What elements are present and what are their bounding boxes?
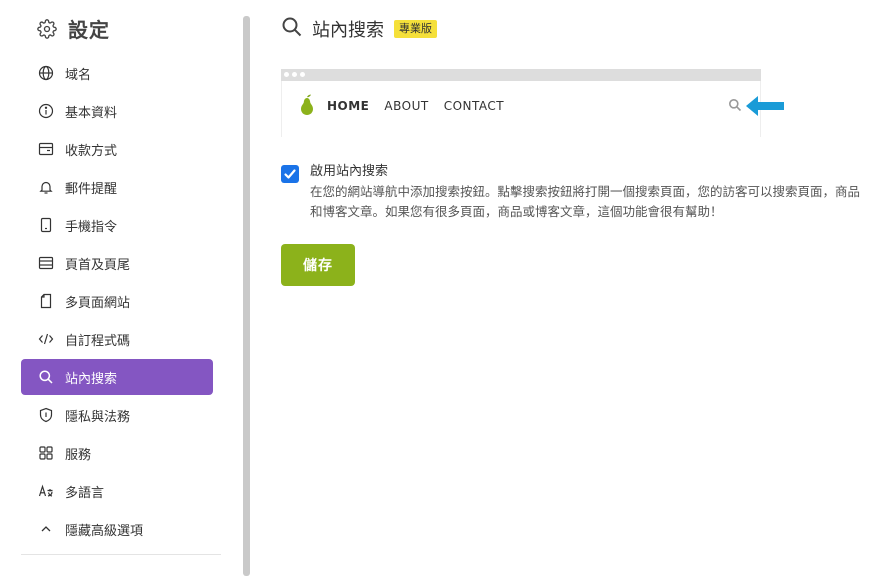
- search-icon: [37, 368, 55, 386]
- chevron-up-icon: [37, 520, 55, 538]
- checkmark-icon: [284, 169, 296, 179]
- sidebar-item-label: 域名: [65, 67, 92, 83]
- sidebar-item-email-alerts[interactable]: 郵件提醒: [21, 169, 213, 205]
- preview-nav-about: ABOUT: [384, 99, 429, 113]
- sidebar-divider: [21, 554, 221, 555]
- sidebar-item-label: 頁首及頁尾: [65, 257, 131, 273]
- sidebar-item-mobile-commands[interactable]: 手機指令: [21, 207, 213, 243]
- sidebar: 設定 域名 基本資料 收款方式 郵件提醒 手機指令 頁首及頁尾 多頁面網站 自訂…: [0, 0, 240, 568]
- option-description: 在您的網站導航中添加搜索按鈕。點擊搜索按鈕將打開一個搜索頁面，您的訪客可以搜索頁…: [310, 184, 861, 219]
- pro-badge: 專業版: [394, 20, 437, 38]
- sidebar-item-services[interactable]: 服務: [21, 435, 213, 471]
- sidebar-item-label: 收款方式: [65, 143, 118, 159]
- sidebar-item-site-search[interactable]: 站內搜索: [21, 359, 213, 395]
- sidebar-item-label: 自訂程式碼: [65, 333, 131, 349]
- language-icon: [37, 482, 55, 500]
- sidebar-item-hide-advanced[interactable]: 隱藏高級選項: [21, 511, 213, 547]
- sidebar-item-domain[interactable]: 域名: [21, 55, 213, 91]
- wallet-icon: [37, 140, 55, 158]
- sidebar-item-label: 隱私與法務: [65, 409, 131, 425]
- info-icon: [37, 102, 55, 120]
- code-icon: [37, 330, 55, 348]
- sidebar-item-basic-info[interactable]: 基本資料: [21, 93, 213, 129]
- sidebar-header: 設定: [36, 14, 110, 43]
- gear-icon: [36, 18, 58, 40]
- sidebar-item-label: 站內搜索: [65, 371, 118, 387]
- sidebar-item-label: 郵件提醒: [65, 181, 118, 197]
- pages-icon: [37, 292, 55, 310]
- sidebar-item-header-footer[interactable]: 頁首及頁尾: [21, 245, 213, 281]
- sidebar-item-label: 多頁面網站: [65, 295, 131, 311]
- sidebar-item-multilingual[interactable]: 多語言: [21, 473, 213, 509]
- shield-icon: [37, 406, 55, 424]
- page-title: 站內搜索: [312, 20, 384, 41]
- globe-icon: [37, 64, 55, 82]
- sidebar-item-label: 隱藏高級選項: [65, 523, 144, 539]
- sidebar-item-payment[interactable]: 收款方式: [21, 131, 213, 167]
- preview-nav: HOME ABOUT CONTACT: [327, 99, 519, 113]
- sidebar-item-privacy-legal[interactable]: 隱私與法務: [21, 397, 213, 433]
- browser-dot: [292, 72, 297, 77]
- option-label: 啟用站內搜索: [310, 164, 389, 179]
- preview-nav-contact: CONTACT: [443, 99, 505, 113]
- enable-site-search-option: 啟用站內搜索 在您的網站導航中添加搜索按鈕。點擊搜索按鈕將打開一個搜索頁面，您的…: [281, 163, 860, 222]
- mobile-icon: [37, 216, 55, 234]
- sidebar-title: 設定: [68, 18, 110, 42]
- enable-site-search-checkbox[interactable]: [281, 165, 299, 183]
- site-preview: HOME ABOUT CONTACT: [281, 69, 784, 137]
- sidebar-item-custom-code[interactable]: 自訂程式碼: [21, 321, 213, 357]
- sidebar-item-label: 服務: [65, 447, 92, 463]
- browser-body: HOME ABOUT CONTACT: [281, 81, 784, 137]
- grid-icon: [37, 444, 55, 462]
- browser-bar: [281, 69, 761, 81]
- sidebar-item-label: 基本資料: [65, 105, 118, 121]
- browser-dot: [300, 72, 305, 77]
- save-button[interactable]: 儲存: [281, 244, 355, 286]
- sidebar-item-multi-page[interactable]: 多頁面網站: [21, 283, 213, 319]
- sidebar-scrollbar[interactable]: [243, 16, 250, 576]
- layout-icon: [37, 254, 55, 272]
- browser-dot: [284, 72, 289, 77]
- page-header: 站內搜索 專業版: [281, 16, 437, 42]
- sidebar-menu: 域名 基本資料 收款方式 郵件提醒 手機指令 頁首及頁尾 多頁面網站 自訂程式碼…: [21, 55, 213, 549]
- search-icon: [281, 16, 303, 42]
- sidebar-item-label: 手機指令: [65, 219, 118, 235]
- sidebar-item-label: 多語言: [65, 485, 105, 501]
- preview-nav-home: HOME: [327, 99, 370, 113]
- option-text: 啟用站內搜索 在您的網站導航中添加搜索按鈕。點擊搜索按鈕將打開一個搜索頁面，您的…: [310, 163, 860, 222]
- bell-icon: [37, 178, 55, 196]
